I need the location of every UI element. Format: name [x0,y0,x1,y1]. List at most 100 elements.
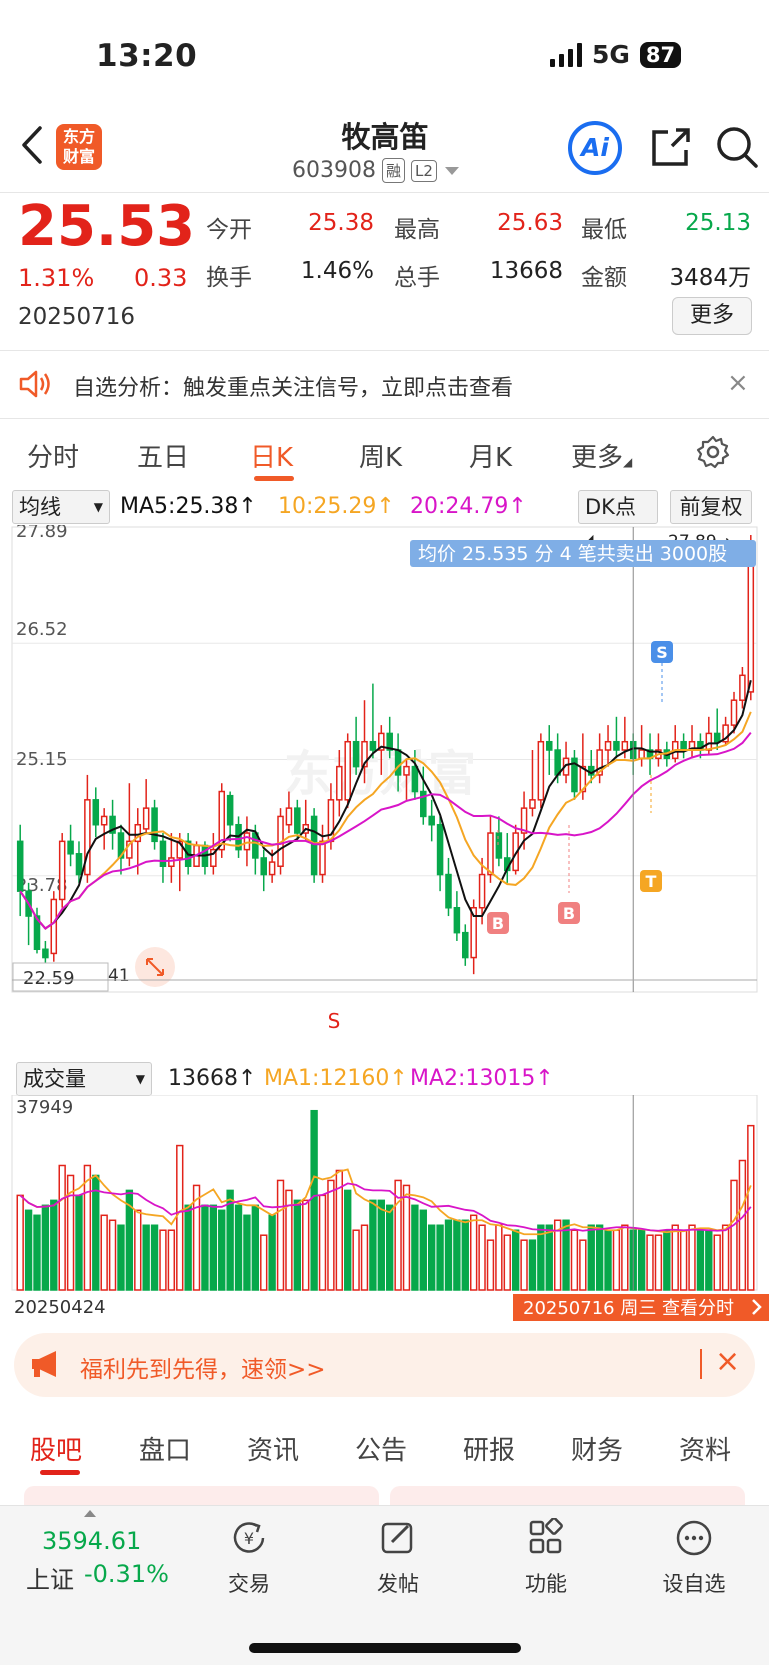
volume-bar [159,1229,167,1291]
volume-bar [369,1199,377,1291]
caret-icon: ◢ [623,455,633,469]
candle-body [604,740,612,751]
tab-monthly-k[interactable]: 月K [469,437,512,474]
active-tab-indicator [254,476,294,481]
low-value: 25.13 [685,210,751,236]
dk-point-select[interactable]: DK点 ◢ [578,490,658,545]
index-value[interactable]: 3594.61 [42,1527,141,1555]
amount-label: 金额 [581,265,627,291]
volume-bar [58,1164,66,1291]
tab-finance[interactable]: 财务 [571,1430,623,1467]
volume-bar [167,1229,176,1291]
network-label: 5G [592,40,630,69]
tab-news[interactable]: 资讯 [247,1430,299,1467]
volume-bar [604,1229,612,1291]
dk-select-label: DK点 [585,495,636,519]
volume-bar [150,1224,159,1291]
home-indicator [249,1643,521,1653]
volume-chart[interactable]: 37949 20250424 20250716 周三 查看分时 [0,1095,769,1325]
share-button[interactable] [648,124,694,170]
candle-body [243,832,251,851]
divider [0,418,769,419]
volume-bar [511,1229,520,1291]
edit-icon [381,1522,413,1554]
volume-bar [730,1179,738,1291]
candle-body [613,740,620,751]
volume-bar [92,1174,100,1291]
buy-marker-2: B [563,904,575,923]
volume-bar [663,1229,671,1291]
dropdown-icon: ▼ [93,500,103,514]
ma20-value: 20:24.79↑ [410,494,527,519]
tab-guba[interactable]: 股吧 [30,1430,82,1467]
nav-add-watchlist[interactable]: 设自选 [639,1518,749,1598]
gear-icon[interactable] [695,434,731,474]
tab-daily-k[interactable]: 日K [250,437,293,474]
nav-post-label: 发帖 [377,1572,419,1596]
stock-code-switcher[interactable]: 603908 融 L2 [292,158,459,183]
candle-body [713,732,721,743]
promo-close-button[interactable]: × [715,1344,740,1379]
ai-assistant-button[interactable]: Ai [568,121,622,175]
notice-close-button[interactable]: × [727,368,749,398]
volume-bar [83,1164,92,1291]
volume-bar [654,1234,663,1291]
turnover-value: 1.46% [300,258,374,284]
volume-bar [419,1209,427,1291]
expand-up-icon[interactable] [84,1510,96,1517]
volume-bar [386,1204,394,1291]
volume-bar [688,1224,696,1291]
search-button[interactable] [714,124,760,170]
tab-announcements[interactable]: 公告 [355,1430,407,1467]
nav-functions-label: 功能 [525,1572,567,1596]
tab-intraday[interactable]: 分时 [27,437,79,474]
candle-body [411,765,419,793]
status-time: 13:20 [96,38,198,74]
nav-post[interactable]: 发帖 [343,1518,453,1598]
indicator-select[interactable]: 均线 ▼ [12,490,110,524]
low-price-label: 22.59 [23,968,75,989]
nav-trade[interactable]: ¥ 交易 [194,1518,304,1598]
quote-date: 20250716 [18,304,136,330]
tab-five-day[interactable]: 五日 [137,437,189,474]
kline-chart[interactable]: 东方财富27.8926.5225.1523.7827.89→均价 25.535 … [0,525,769,1060]
tab-weekly-k[interactable]: 周K [359,437,402,474]
ma5-value: MA5:25.38↑ [120,494,257,519]
volume-bar [100,1214,108,1291]
last-price: 25.53 [18,194,196,259]
candle-body [168,857,175,867]
tab-order-book[interactable]: 盘口 [139,1430,191,1467]
volume-bar [276,1179,285,1291]
volume-label: 总手 [394,265,440,291]
tab-research[interactable]: 研报 [463,1430,515,1467]
candle-body [478,873,486,909]
candle-body [50,898,58,955]
candle-body [67,840,74,855]
volume-bar [318,1194,327,1291]
notice-text[interactable]: 自选分析：触发重点关注信号，立即点击查看 [73,370,513,402]
volume-bar [16,1194,24,1291]
volume-indicator-select[interactable]: 成交量 ▼ [16,1062,152,1096]
tab-more[interactable]: 更多◢ [571,437,632,474]
volume-bar [377,1199,385,1291]
sell-marker-top: S [656,643,668,662]
index-name[interactable]: 上证 [26,1560,74,1595]
volume-bar [545,1224,553,1291]
candle-body [352,740,360,768]
tab-profile[interactable]: 资料 [679,1430,731,1467]
trade-marker-t: T [646,872,657,891]
volume-bar [134,1209,142,1291]
back-button[interactable] [14,122,54,172]
candle-body [428,815,435,826]
adjust-button[interactable]: 前复权 [670,490,752,524]
change-percent: 1.31% [18,264,95,292]
level2-tag: L2 [411,159,437,182]
candle-body [529,799,536,809]
candle-body [453,907,461,934]
volume-bar [612,1229,621,1291]
more-quote-button[interactable]: 更多 [672,297,752,335]
candle-body [747,558,755,693]
index-change[interactable]: -0.31% [84,1560,169,1588]
nav-functions[interactable]: 功能 [491,1517,601,1598]
volume-bar [344,1189,352,1291]
